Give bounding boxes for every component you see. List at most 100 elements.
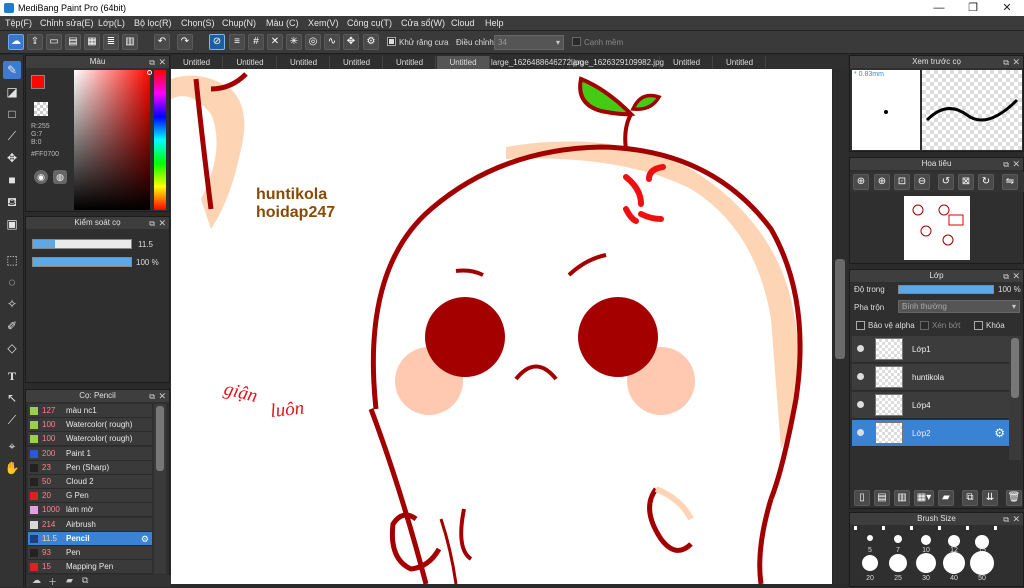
- minimize-button[interactable]: —: [922, 0, 956, 16]
- select-pen-icon[interactable]: ✐: [3, 317, 21, 335]
- menu-cloud[interactable]: Cloud: [451, 18, 475, 28]
- maximize-button[interactable]: ❐: [956, 0, 990, 16]
- fill-rect-tool-icon[interactable]: ■: [3, 171, 21, 189]
- antialias-checkbox[interactable]: [387, 37, 396, 46]
- copy-brush-icon[interactable]: ⧉: [82, 575, 88, 586]
- canvas-vscroll[interactable]: [833, 69, 848, 584]
- brush-size-dot[interactable]: [916, 553, 936, 573]
- operation-tool-icon[interactable]: ↖: [3, 389, 21, 407]
- zoom-out-icon[interactable]: ⊖: [914, 174, 930, 190]
- primary-color-swatch[interactable]: [31, 75, 45, 89]
- radial-snap-icon[interactable]: ✳: [286, 34, 302, 50]
- undock-icon[interactable]: ⧉: [1003, 57, 1009, 69]
- select-tool-icon[interactable]: ⬚: [3, 251, 21, 269]
- grid-snap-icon[interactable]: #: [248, 34, 264, 50]
- brush-size-dot[interactable]: [894, 535, 902, 543]
- menu-filter[interactable]: Bộ lọc(R): [134, 18, 172, 28]
- menu-layer[interactable]: Lớp(L): [98, 18, 125, 28]
- brush-item[interactable]: 200 Paint 1: [28, 446, 152, 461]
- add-brush-icon[interactable]: ＋: [48, 575, 57, 588]
- brush-opacity-slider[interactable]: [32, 257, 132, 267]
- brush-tool-icon[interactable]: ✎: [3, 61, 21, 79]
- scrollbar-thumb[interactable]: [1011, 338, 1019, 398]
- brush-item[interactable]: 20 G Pen: [28, 489, 152, 504]
- brush-size-dot[interactable]: [889, 554, 907, 572]
- close-icon[interactable]: ✕: [1012, 158, 1020, 170]
- select-eraser-icon[interactable]: ◇: [3, 339, 21, 357]
- brush-item[interactable]: 15 Mapping Pen: [28, 560, 152, 575]
- undock-icon[interactable]: ⧉: [149, 391, 155, 403]
- clipping-checkbox[interactable]: [920, 321, 929, 330]
- layer-opacity-slider[interactable]: [898, 285, 994, 294]
- tab-5[interactable]: Untitled: [384, 56, 436, 69]
- document-icon[interactable]: ▦: [84, 34, 100, 50]
- text-tool-icon[interactable]: T: [3, 367, 21, 385]
- gradient-tool-icon[interactable]: ▣: [3, 215, 21, 233]
- cloud-icon[interactable]: ☁: [8, 34, 24, 50]
- brush-size-dot[interactable]: [970, 551, 994, 575]
- merge-layer-icon[interactable]: ⇊: [982, 490, 998, 506]
- brush-item[interactable]: 50 Cloud 2: [28, 475, 152, 489]
- rotate-right-icon[interactable]: ↻: [978, 174, 994, 190]
- snap-off-icon[interactable]: ⊘: [209, 34, 225, 50]
- saturation-value-picker[interactable]: [74, 70, 150, 210]
- zoom-in-2-icon[interactable]: ⊕: [874, 174, 890, 190]
- rectangle-tool-icon[interactable]: □: [3, 105, 21, 123]
- duplicate-layer-icon[interactable]: ⧉: [962, 490, 978, 506]
- rotate-left-icon[interactable]: ↺: [938, 174, 954, 190]
- brush-list-scrollbar[interactable]: [154, 404, 166, 574]
- new-layer-icon[interactable]: ▯: [854, 490, 870, 506]
- undock-icon[interactable]: ⧉: [1003, 159, 1009, 171]
- lasso-tool-icon[interactable]: ◌: [3, 273, 21, 291]
- smooth-checkbox[interactable]: [572, 37, 581, 46]
- folder-icon[interactable]: ▰: [66, 575, 73, 586]
- rotate-reset-icon[interactable]: ⊠: [958, 174, 974, 190]
- canvas-vscroll-thumb[interactable]: [835, 259, 845, 359]
- brush-size-dot[interactable]: [943, 552, 965, 574]
- close-icon[interactable]: ✕: [1012, 56, 1020, 68]
- tab-2[interactable]: Untitled: [224, 56, 277, 69]
- grid-list-icon[interactable]: ▥: [122, 34, 138, 50]
- eye-icon[interactable]: [857, 373, 864, 380]
- tab-10[interactable]: Untitled: [714, 56, 766, 69]
- fit-icon[interactable]: ⊡: [894, 174, 910, 190]
- eraser-tool-icon[interactable]: ◪: [3, 83, 21, 101]
- redo-icon[interactable]: ↷: [177, 34, 193, 50]
- brush-item[interactable]: 100 Watercolor( rough): [28, 418, 152, 433]
- tab-7[interactable]: large_1626488646272.jpg: [491, 56, 584, 69]
- brush-item[interactable]: 127 màu nc1: [28, 404, 152, 418]
- undock-icon[interactable]: ⧉: [149, 57, 155, 69]
- brush-size-dot[interactable]: [948, 535, 960, 547]
- navigator-thumbnail[interactable]: [904, 196, 970, 260]
- brush-item[interactable]: 23 Pen (Sharp): [28, 460, 152, 475]
- eye-icon[interactable]: [857, 345, 864, 352]
- magic-wand-icon[interactable]: ✧: [3, 295, 21, 313]
- folder-icon[interactable]: ▰: [938, 490, 954, 506]
- new-8bit-layer-icon[interactable]: ▥: [894, 490, 910, 506]
- zoom-in-icon[interactable]: ⊕: [853, 174, 869, 190]
- add-layer-menu-icon[interactable]: ▦▾: [914, 490, 934, 506]
- scrollbar-thumb[interactable]: [156, 406, 164, 471]
- tab-6[interactable]: Untitled: [437, 56, 490, 69]
- menu-file[interactable]: Tệp(F): [5, 18, 32, 28]
- hand-tool-icon[interactable]: ✋: [3, 459, 21, 477]
- menu-select[interactable]: Chọn(S): [181, 18, 215, 28]
- undock-icon[interactable]: ⧉: [1003, 514, 1009, 526]
- cloud-brush-icon[interactable]: ☁: [32, 575, 41, 586]
- brush-size-slider[interactable]: [32, 239, 132, 249]
- curve-snap-icon[interactable]: ∿: [324, 34, 340, 50]
- menu-edit[interactable]: Chỉnh sửa(E): [40, 18, 94, 28]
- layer-row[interactable]: Lớp2 ⚙: [852, 420, 1009, 447]
- bucket-tool-icon[interactable]: ⛾: [3, 193, 21, 211]
- close-icon[interactable]: ✕: [1012, 270, 1020, 282]
- brush-item[interactable]: 1000 làm mờ: [28, 503, 152, 518]
- menu-tools[interactable]: Công cụ(T): [347, 18, 392, 28]
- circle-snap-icon[interactable]: ◎: [305, 34, 321, 50]
- tab-9[interactable]: Untitled: [661, 56, 713, 69]
- menu-window[interactable]: Cửa sổ(W): [401, 18, 445, 28]
- undo-icon[interactable]: ↶: [154, 34, 170, 50]
- undock-icon[interactable]: ⧉: [1003, 271, 1009, 283]
- close-button[interactable]: ✕: [990, 0, 1024, 16]
- tab-1[interactable]: Untitled: [171, 56, 223, 69]
- layer-row[interactable]: Lớp4: [852, 392, 1009, 419]
